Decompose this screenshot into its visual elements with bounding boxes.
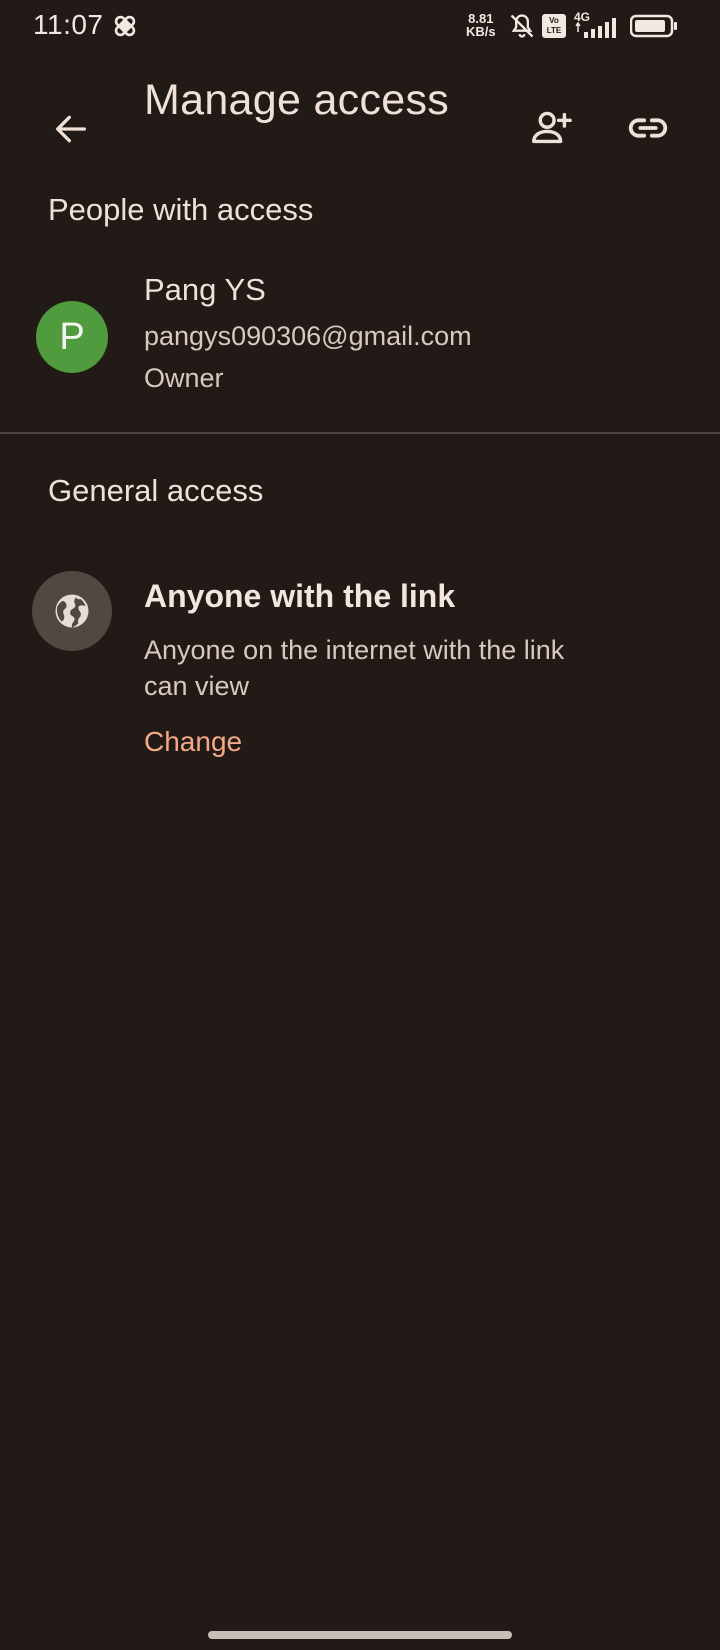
globe-icon-container: [32, 571, 112, 651]
person-role: Owner: [144, 363, 224, 393]
home-indicator[interactable]: [208, 1631, 512, 1639]
arrow-back-icon: [56, 115, 87, 143]
page-title: Manage access: [144, 76, 450, 124]
back-button[interactable]: [43, 101, 99, 157]
person-name: Pang YS: [144, 272, 266, 307]
change-access-button[interactable]: Change: [144, 726, 242, 758]
avatar: P: [36, 301, 108, 373]
link-icon: [628, 118, 668, 138]
volte-icon: Vo LTE: [542, 14, 566, 38]
network-speed: 8.81 KB/s: [466, 12, 496, 38]
bell-off-icon: [510, 14, 534, 38]
person-email: pangys090306@gmail.com: [144, 321, 472, 351]
bandage-icon: [114, 15, 136, 37]
signal-icon: [575, 18, 616, 38]
globe-icon: [55, 594, 89, 628]
battery-icon: [630, 14, 677, 38]
section-divider: [0, 432, 720, 434]
access-level-title: Anyone with the link: [144, 578, 456, 614]
access-level-description: Anyone on the internet with the link can…: [144, 635, 565, 701]
network-speed-unit: KB/s: [466, 24, 496, 39]
person-add-icon: [532, 111, 572, 144]
status-bar: 11:07 8.81 KB/s Vo LTE 4G: [0, 0, 720, 54]
add-people-button[interactable]: [523, 100, 579, 156]
copy-link-button[interactable]: [620, 100, 676, 156]
people-section-heading: People with access: [48, 192, 314, 227]
general-access-heading: General access: [48, 473, 264, 508]
status-time: 11:07: [33, 9, 104, 40]
